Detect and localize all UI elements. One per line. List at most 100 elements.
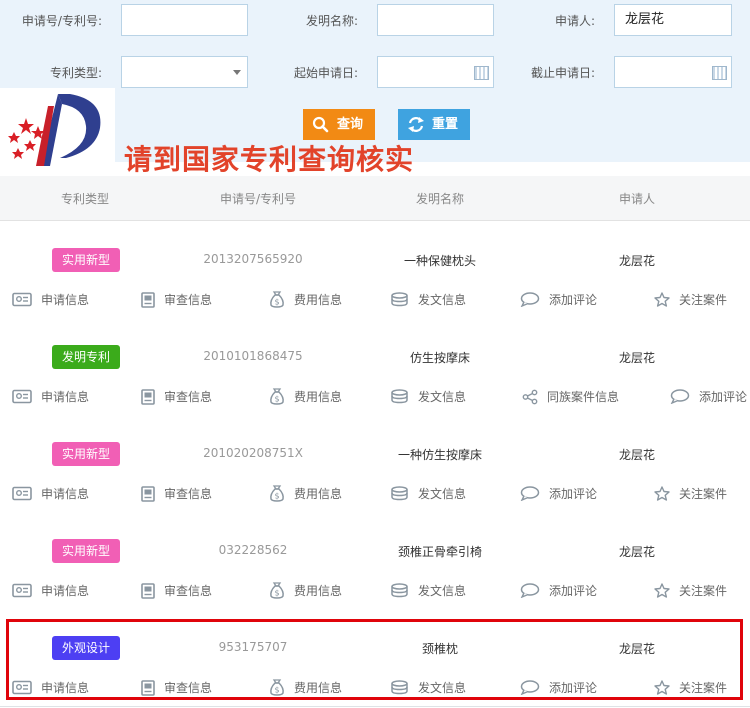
invention-name-input[interactable] (377, 4, 494, 36)
results-table-header: 专利类型 申请号/专利号 发明名称 申请人 (0, 176, 750, 221)
comment-icon (520, 486, 549, 501)
invention-title[interactable]: 一种保健枕头 (404, 252, 476, 269)
action-comment[interactable]: 添加评论 (670, 388, 747, 405)
patent-number[interactable]: 032228562 (219, 543, 288, 557)
document-icon (141, 485, 164, 502)
header-patent-type: 专利类型 (60, 192, 110, 206)
action-share[interactable]: 同族案件信息 (522, 388, 619, 405)
id-card-icon (12, 486, 41, 501)
action-label: 审查信息 (164, 293, 213, 307)
patent-type-select[interactable] (121, 56, 248, 88)
money-bag-icon: $ (269, 388, 294, 405)
header-app-no: 申请号/专利号 (219, 192, 297, 206)
action-id-card[interactable]: 申请信息 (12, 388, 89, 405)
action-label: 发文信息 (418, 584, 467, 598)
action-label: 审查信息 (164, 390, 213, 404)
patent-type-badge: 发明专利 (52, 345, 120, 369)
action-money-bag[interactable]: $ 费用信息 (269, 485, 342, 502)
action-id-card[interactable]: 申请信息 (12, 291, 89, 308)
verification-notice: 请到国家专利查询核实 (124, 143, 415, 176)
start-date-label: 起始申请日: (293, 66, 358, 80)
action-coins-stack[interactable]: 发文信息 (390, 582, 466, 599)
patent-emblem-icon (8, 94, 101, 166)
action-document[interactable]: 审查信息 (141, 291, 212, 308)
action-label: 同族案件信息 (547, 390, 620, 404)
applicant-name: 龙层花 (618, 545, 656, 559)
action-label: 关注案件 (679, 487, 728, 501)
money-bag-icon: $ (269, 582, 294, 599)
action-coins-stack[interactable]: 发文信息 (390, 388, 466, 405)
action-money-bag[interactable]: $ 费用信息 (269, 582, 342, 599)
comment-icon (670, 389, 699, 404)
star-icon (654, 292, 679, 307)
action-coins-stack[interactable]: 发文信息 (390, 485, 466, 502)
applicant-input[interactable]: 龙层花 (614, 4, 732, 36)
comment-icon (520, 292, 549, 307)
action-label: 添加评论 (699, 390, 748, 404)
applicant-name: 龙层花 (618, 351, 656, 365)
calendar-icon[interactable] (474, 66, 489, 80)
coins-stack-icon (390, 389, 418, 404)
svg-text:$: $ (274, 589, 279, 598)
patent-number[interactable]: 201020208751X (203, 446, 303, 460)
reset-button-label: 重置 (432, 117, 459, 132)
action-star[interactable]: 关注案件 (654, 485, 727, 502)
highlight-box (6, 619, 743, 700)
table-row: 发明专利 2010101868475 仿生按摩床 龙层花申请信息 审查信息 $ 费用信息 发文… (0, 318, 750, 416)
calendar-icon[interactable] (712, 66, 727, 80)
chevron-down-icon (233, 70, 241, 75)
action-label: 费用信息 (294, 487, 343, 501)
patent-number[interactable]: 2013207565920 (203, 252, 302, 266)
action-money-bag[interactable]: $ 费用信息 (269, 388, 342, 405)
invention-title[interactable]: 颈椎正骨牵引椅 (398, 543, 482, 560)
app-no-label: 申请号/专利号: (21, 14, 102, 28)
patent-office-logo (0, 88, 115, 174)
action-star[interactable]: 关注案件 (654, 582, 727, 599)
action-id-card[interactable]: 申请信息 (12, 485, 89, 502)
action-label: 发文信息 (418, 390, 467, 404)
action-document[interactable]: 审查信息 (141, 485, 212, 502)
id-card-icon (12, 389, 41, 404)
action-label: 发文信息 (418, 487, 467, 501)
table-row: 实用新型 2013207565920 一种保健枕头 龙层花 申请信息 审查信息 $ 费用信息 发… (0, 221, 750, 319)
action-label: 添加评论 (549, 584, 598, 598)
action-document[interactable]: 审查信息 (141, 582, 212, 599)
action-comment[interactable]: 添加评论 (520, 582, 597, 599)
query-button[interactable]: 查询 (303, 109, 375, 140)
invention-title[interactable]: 仿生按摩床 (410, 349, 470, 366)
search-icon (312, 116, 329, 133)
header-applicant: 申请人 (618, 192, 656, 206)
action-label: 申请信息 (41, 390, 90, 404)
app-no-input[interactable] (121, 4, 248, 36)
applicant-label: 申请人: (554, 14, 595, 28)
share-icon (522, 389, 547, 405)
action-label: 审查信息 (164, 487, 213, 501)
id-card-icon (12, 583, 41, 598)
action-comment[interactable]: 添加评论 (520, 485, 597, 502)
action-comment[interactable]: 添加评论 (520, 291, 597, 308)
query-button-label: 查询 (337, 117, 364, 132)
action-label: 关注案件 (679, 293, 728, 307)
end-date-input[interactable] (614, 56, 732, 88)
action-money-bag[interactable]: $ 费用信息 (269, 291, 342, 308)
action-label: 申请信息 (41, 584, 90, 598)
patent-type-label: 专利类型: (49, 66, 102, 80)
document-icon (141, 388, 164, 405)
patent-number[interactable]: 2010101868475 (203, 349, 302, 363)
refresh-icon (408, 117, 424, 132)
patent-type-badge: 实用新型 (52, 248, 120, 272)
action-star[interactable]: 关注案件 (654, 291, 727, 308)
money-bag-icon: $ (269, 291, 294, 308)
action-id-card[interactable]: 申请信息 (12, 582, 89, 599)
invention-title[interactable]: 一种仿生按摩床 (398, 446, 482, 463)
action-document[interactable]: 审查信息 (141, 388, 212, 405)
star-icon (654, 486, 679, 501)
document-icon (141, 582, 164, 599)
patent-type-badge: 实用新型 (52, 442, 120, 466)
action-label: 关注案件 (679, 584, 728, 598)
reset-button[interactable]: 重置 (398, 109, 470, 140)
start-date-input[interactable] (377, 56, 494, 88)
action-label: 费用信息 (294, 390, 343, 404)
action-coins-stack[interactable]: 发文信息 (390, 291, 466, 308)
id-card-icon (12, 292, 41, 307)
